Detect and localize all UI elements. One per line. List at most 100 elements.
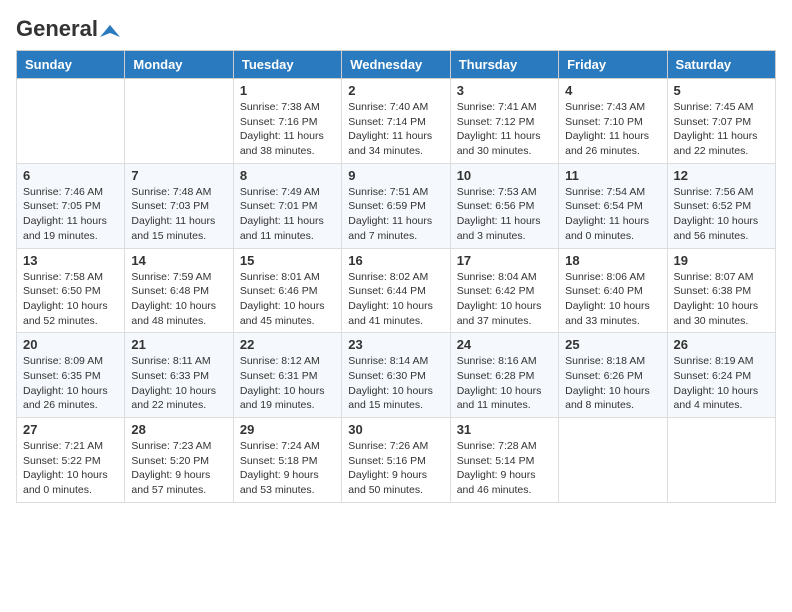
cell-content: Sunrise: 7:41 AMSunset: 7:12 PMDaylight:… (457, 100, 552, 159)
sunset-text: Sunset: 6:31 PM (240, 370, 318, 382)
calendar-cell: 6Sunrise: 7:46 AMSunset: 7:05 PMDaylight… (17, 163, 125, 248)
calendar-cell: 29 Sunrise: 7:24 AMSunset: 5:18 PMDayligh… (233, 418, 341, 503)
day-number: 19 (674, 253, 769, 268)
page-header: General (16, 16, 776, 38)
calendar-cell: 12Sunrise: 7:56 AMSunset: 6:52 PMDayligh… (667, 163, 775, 248)
cell-content: Sunrise: 8:04 AMSunset: 6:42 PMDaylight:… (457, 270, 552, 329)
sunrise-text: Sunrise: 7:54 AM (565, 186, 645, 198)
daylight-text: Daylight: 11 hours and 22 minutes. (674, 130, 758, 157)
sunrise-text: Sunrise: 7:24 AM (240, 440, 320, 452)
sunrise-text: Sunrise: 8:16 AM (457, 355, 537, 367)
daylight-text: Daylight: 9 hours and 53 minutes. (240, 469, 319, 496)
calendar-cell: 8Sunrise: 7:49 AMSunset: 7:01 PMDaylight… (233, 163, 341, 248)
sunrise-text: Sunrise: 7:21 AM (23, 440, 103, 452)
calendar-week-row: 27 Sunrise: 7:21 AM Sunset: 5:22 PM Dayligh… (17, 418, 776, 503)
cell-content: Sunrise: 7:45 AMSunset: 7:07 PMDaylight:… (674, 100, 769, 159)
day-number: 25 (565, 337, 660, 352)
daylight-text: Daylight: 10 hours and 30 minutes. (674, 300, 759, 327)
daylight-text: Daylight: 11 hours and 0 minutes. (565, 215, 649, 242)
calendar-cell (125, 79, 233, 164)
daylight-text: Daylight: 9 hours and 57 minutes. (131, 469, 210, 496)
calendar-cell: 24Sunrise: 8:16 AMSunset: 6:28 PMDayligh… (450, 333, 558, 418)
day-of-week-header: Saturday (667, 51, 775, 79)
sunrise-text: Sunrise: 7:49 AM (240, 186, 320, 198)
sunrise-text: Sunrise: 7:45 AM (674, 101, 754, 113)
cell-content: Sunrise: 7:24 AMSunset: 5:18 PMDaylight:… (240, 439, 335, 498)
sunrise-text: Sunrise: 8:07 AM (674, 271, 754, 283)
day-number: 31 (457, 422, 552, 437)
sunrise-text: Sunrise: 7:51 AM (348, 186, 428, 198)
sunset-text: Sunset: 6:40 PM (565, 285, 643, 297)
calendar-cell: 25 Sunrise: 8:18 AMSunset: 6:26 PMDayligh… (559, 333, 667, 418)
day-number: 7 (131, 168, 226, 183)
calendar-cell: 17 Sunrise: 8:04 AMSunset: 6:42 PMDayligh… (450, 248, 558, 333)
sunset-text: Sunset: 5:22 PM (23, 455, 101, 467)
day-number: 27 (23, 422, 118, 437)
sunset-text: Sunset: 6:50 PM (23, 285, 101, 297)
calendar-cell: 1 Sunrise: 7:38 AMSunset: 7:16 PMDaylight… (233, 79, 341, 164)
sunrise-text: Sunrise: 7:40 AM (348, 101, 428, 113)
day-of-week-header: Tuesday (233, 51, 341, 79)
sunset-text: Sunset: 5:14 PM (457, 455, 535, 467)
day-number: 17 (457, 253, 552, 268)
sunrise-text: Sunrise: 8:19 AM (674, 355, 754, 367)
day-number: 21 (131, 337, 226, 352)
sunrise-text: Sunrise: 7:46 AM (23, 186, 103, 198)
day-number: 29 (240, 422, 335, 437)
day-number: 2 (348, 83, 443, 98)
day-number: 14 (131, 253, 226, 268)
calendar-cell: 11Sunrise: 7:54 AMSunset: 6:54 PMDayligh… (559, 163, 667, 248)
cell-content: Sunrise: 7:40 AMSunset: 7:14 PMDaylight:… (348, 100, 443, 159)
sunset-text: Sunset: 6:54 PM (565, 200, 643, 212)
day-number: 22 (240, 337, 335, 352)
day-number: 24 (457, 337, 552, 352)
cell-content: Sunrise: 7:38 AMSunset: 7:16 PMDaylight:… (240, 100, 335, 159)
day-number: 12 (674, 168, 769, 183)
logo-general: General (16, 16, 98, 41)
calendar-cell (667, 418, 775, 503)
daylight-text: Daylight: 11 hours and 15 minutes. (131, 215, 215, 242)
daylight-text: Daylight: 10 hours and 11 minutes. (457, 385, 542, 412)
sunrise-text: Sunrise: 7:59 AM (131, 271, 211, 283)
cell-content: Sunrise: 8:19 AMSunset: 6:24 PMDaylight:… (674, 354, 769, 413)
sunset-text: Sunset: 6:52 PM (674, 200, 752, 212)
sunrise-text: Sunrise: 8:11 AM (131, 355, 210, 367)
cell-content: Sunrise: 8:18 AMSunset: 6:26 PMDaylight:… (565, 354, 660, 413)
calendar-header-row: SundayMondayTuesdayWednesdayThursdayFrid… (17, 51, 776, 79)
sunrise-text: Sunrise: 7:43 AM (565, 101, 645, 113)
sunset-text: Sunset: 6:35 PM (23, 370, 101, 382)
daylight-text: Daylight: 9 hours and 46 minutes. (457, 469, 536, 496)
sunrise-text: Sunrise: 7:48 AM (131, 186, 211, 198)
calendar-cell: 18Sunrise: 8:06 AMSunset: 6:40 PMDayligh… (559, 248, 667, 333)
daylight-text: Daylight: 10 hours and 0 minutes. (23, 469, 108, 496)
daylight-text: Daylight: 10 hours and 48 minutes. (131, 300, 216, 327)
daylight-text: Daylight: 11 hours and 34 minutes. (348, 130, 432, 157)
day-number: 3 (457, 83, 552, 98)
calendar-cell: 14 Sunrise: 7:59 AM Sunset: 6:48 PM Dayligh… (125, 248, 233, 333)
day-number: 9 (348, 168, 443, 183)
logo: General (16, 16, 120, 38)
cell-content: Sunrise: 7:49 AMSunset: 7:01 PMDaylight:… (240, 185, 335, 244)
calendar-week-row: 20Sunrise: 8:09 AMSunset: 6:35 PMDayligh… (17, 333, 776, 418)
daylight-text: Daylight: 9 hours and 50 minutes. (348, 469, 427, 496)
sunset-text: Sunset: 6:30 PM (348, 370, 426, 382)
daylight-text: Daylight: 10 hours and 8 minutes. (565, 385, 650, 412)
day-number: 1 (240, 83, 335, 98)
cell-content: Sunrise: 7:43 AMSunset: 7:10 PMDaylight:… (565, 100, 660, 159)
sunset-text: Sunset: 6:48 PM (131, 285, 209, 297)
calendar-table: SundayMondayTuesdayWednesdayThursdayFrid… (16, 50, 776, 503)
calendar-cell: 5Sunrise: 7:45 AMSunset: 7:07 PMDaylight… (667, 79, 775, 164)
daylight-text: Daylight: 10 hours and 4 minutes. (674, 385, 759, 412)
daylight-text: Daylight: 11 hours and 11 minutes. (240, 215, 324, 242)
sunrise-text: Sunrise: 7:28 AM (457, 440, 537, 452)
sunset-text: Sunset: 6:38 PM (674, 285, 752, 297)
daylight-text: Daylight: 11 hours and 38 minutes. (240, 130, 324, 157)
sunset-text: Sunset: 6:33 PM (131, 370, 209, 382)
calendar-cell: 26Sunrise: 8:19 AMSunset: 6:24 PMDayligh… (667, 333, 775, 418)
sunset-text: Sunset: 7:12 PM (457, 116, 535, 128)
daylight-text: Daylight: 11 hours and 30 minutes. (457, 130, 541, 157)
sunrise-text: Sunrise: 8:09 AM (23, 355, 103, 367)
daylight-text: Daylight: 10 hours and 56 minutes. (674, 215, 759, 242)
day-of-week-header: Thursday (450, 51, 558, 79)
calendar-cell: 22Sunrise: 8:12 AMSunset: 6:31 PMDayligh… (233, 333, 341, 418)
